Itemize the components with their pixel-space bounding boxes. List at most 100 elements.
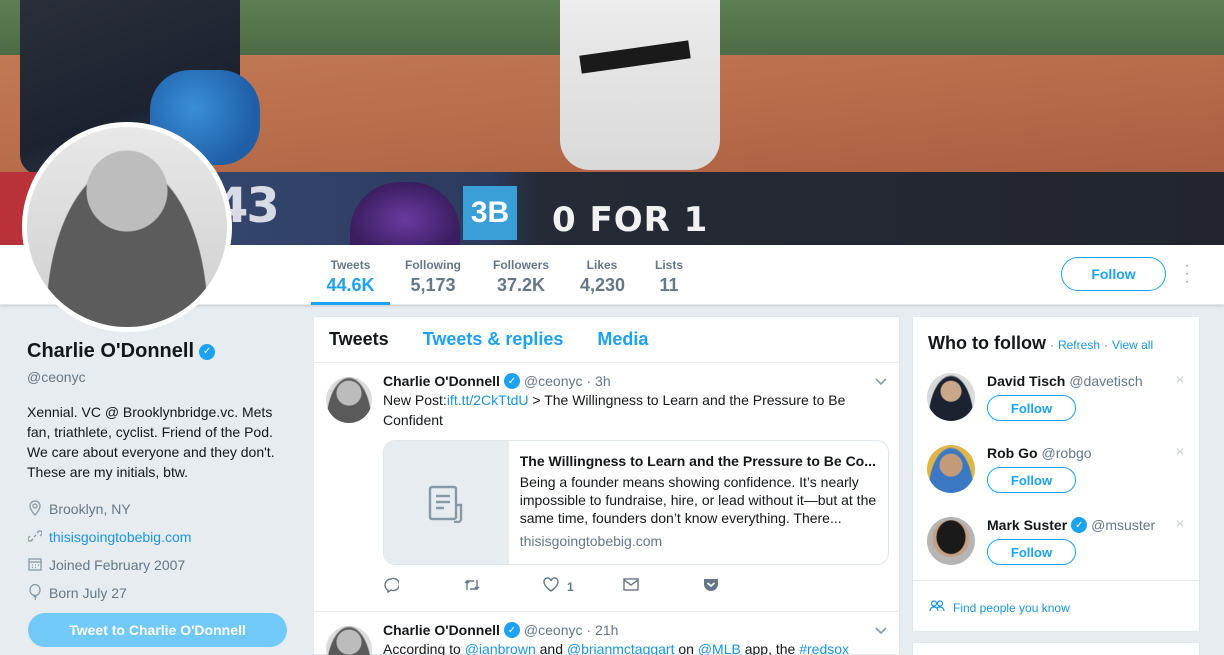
- suggestion-follow-button[interactable]: Follow: [987, 467, 1076, 493]
- timeline-tabs: Tweets Tweets & replies Media: [314, 317, 899, 363]
- nav-stat-lists[interactable]: Lists 11: [640, 245, 698, 305]
- location-icon: [27, 499, 43, 519]
- suggestion-handle[interactable]: @robgo: [1042, 445, 1092, 461]
- tab-tweets-replies[interactable]: Tweets & replies: [423, 329, 564, 350]
- balloon-icon: [27, 583, 43, 603]
- retweet-button[interactable]: [463, 578, 543, 597]
- document-icon: [384, 441, 509, 564]
- link-icon: [27, 529, 43, 546]
- profile-avatar[interactable]: [22, 122, 232, 332]
- reply-icon: [383, 577, 401, 598]
- suggestion-name-row: Rob Go @robgo: [987, 437, 1199, 461]
- view-all-link[interactable]: View all: [1112, 338, 1153, 352]
- verified-icon: ✓: [503, 373, 520, 389]
- like-button[interactable]: 1: [543, 577, 623, 597]
- nav-stat-likes[interactable]: Likes 4,230: [565, 245, 639, 305]
- suggestion-name[interactable]: David Tisch: [987, 373, 1065, 389]
- dismiss-icon[interactable]: ✕: [1175, 445, 1185, 459]
- tweet-avatar[interactable]: [326, 626, 372, 655]
- like-count: 1: [567, 580, 574, 594]
- verified-icon: ✓: [199, 343, 216, 360]
- heart-icon: [543, 577, 559, 597]
- suggestion-name[interactable]: Rob Go: [987, 445, 1038, 461]
- suggestion-item: David Tisch @davetisch Follow ✕: [913, 365, 1199, 437]
- pocket-button[interactable]: [703, 578, 783, 597]
- chevron-down-icon[interactable]: [875, 375, 887, 389]
- hashtag-link[interactable]: #redsox: [799, 641, 849, 655]
- tweet-link[interactable]: ift.tt/2CkTtdU: [447, 392, 529, 408]
- timeline: Tweets Tweets & replies Media Charlie O'…: [313, 316, 900, 655]
- direct-message-button[interactable]: [623, 578, 703, 596]
- profile-handle[interactable]: @ceonyc: [27, 369, 289, 385]
- suggestion-name-row: Mark Suster ✓ @msuster: [987, 509, 1199, 533]
- link-card-url: thisisgoingtobebig.com: [519, 533, 663, 549]
- suggestion-name[interactable]: Mark Suster: [987, 517, 1067, 533]
- dismiss-icon[interactable]: ✕: [1175, 373, 1185, 387]
- people-icon: [929, 600, 945, 615]
- tweet-header: Charlie O'Donnell ✓ @ceonyc · 3h: [383, 373, 884, 389]
- who-to-follow: Who to follow · Refresh · View all David…: [912, 316, 1200, 632]
- reply-button[interactable]: [383, 577, 463, 598]
- tweet-timestamp[interactable]: · 21h: [586, 622, 618, 638]
- suggestion-avatar[interactable]: [927, 517, 975, 565]
- verified-icon: ✓: [1071, 517, 1088, 533]
- pocket-icon: [703, 578, 719, 597]
- calendar-icon: [27, 557, 43, 574]
- profile-website-link[interactable]: thisisgoingtobebig.com: [49, 529, 191, 545]
- suggestion-item: Mark Suster ✓ @msuster Follow ✕: [913, 509, 1199, 581]
- profile-card: Charlie O'Donnell ✓ @ceonyc Xennial. VC …: [27, 340, 289, 607]
- profile-location: Brooklyn, NY: [27, 495, 289, 523]
- tweet-timestamp[interactable]: · 3h: [586, 373, 610, 389]
- suggestion-follow-button[interactable]: Follow: [987, 539, 1076, 565]
- banner-base-tag: 3B: [463, 186, 517, 240]
- nav-stat-followers[interactable]: Followers 37.2K: [478, 245, 564, 305]
- tweet-author-handle[interactable]: @ceonyc: [524, 373, 583, 389]
- profile-meta: Brooklyn, NY thisisgoingtobebig.com Join…: [27, 495, 289, 607]
- banner-at-bat: 0 FOR 1: [552, 200, 709, 240]
- tweet-item[interactable]: Charlie O'Donnell ✓ @ceonyc · 21h Accord…: [314, 612, 899, 655]
- suggestion-name-row: David Tisch @davetisch: [987, 365, 1199, 389]
- tweet-avatar[interactable]: [326, 377, 372, 423]
- verified-icon: ✓: [503, 622, 520, 638]
- who-to-follow-title: Who to follow: [928, 333, 1046, 353]
- profile-name-row: Charlie O'Donnell ✓: [27, 340, 289, 363]
- mention-link[interactable]: @brianmctaggart: [567, 641, 675, 655]
- profile-website[interactable]: thisisgoingtobebig.com: [27, 523, 289, 551]
- nav-stat-following[interactable]: Following 5,173: [390, 245, 476, 305]
- mention-link[interactable]: @MLB: [698, 641, 741, 655]
- dismiss-icon[interactable]: ✕: [1175, 517, 1185, 531]
- suggestion-item: Rob Go @robgo Follow ✕: [913, 437, 1199, 509]
- tweet-actions: 1: [383, 565, 884, 609]
- suggestion-handle[interactable]: @davetisch: [1069, 373, 1142, 389]
- suggestion-avatar[interactable]: [927, 445, 975, 493]
- tweet-to-button[interactable]: Tweet to Charlie O'Donnell: [28, 613, 287, 647]
- sidebar-module: [912, 642, 1200, 655]
- tweet-item[interactable]: Charlie O'Donnell ✓ @ceonyc · 3h New Pos…: [314, 363, 899, 612]
- mention-link[interactable]: @ianbrown: [465, 641, 536, 655]
- profile-birthday: Born July 27: [27, 579, 289, 607]
- nav-stat-tweets[interactable]: Tweets 44.6K: [311, 245, 390, 305]
- who-to-follow-header: Who to follow · Refresh · View all: [928, 333, 1154, 353]
- tweet-author-name[interactable]: Charlie O'Donnell: [383, 622, 500, 638]
- suggestion-follow-button[interactable]: Follow: [987, 395, 1076, 421]
- tweet-text: New Post:ift.tt/2CkTtdU > The Willingnes…: [383, 392, 846, 428]
- link-card[interactable]: The Willingness to Learn and the Pressur…: [383, 440, 889, 565]
- profile-name[interactable]: Charlie O'Donnell: [27, 340, 194, 363]
- retweet-icon: [463, 578, 481, 597]
- find-people-link[interactable]: Find people you know: [913, 580, 1199, 615]
- follow-button[interactable]: Follow: [1061, 257, 1166, 291]
- chevron-down-icon[interactable]: [875, 624, 887, 638]
- suggestion-avatar[interactable]: [927, 373, 975, 421]
- tab-media[interactable]: Media: [597, 329, 648, 350]
- suggestion-handle[interactable]: @msuster: [1091, 517, 1155, 533]
- avatar-photo: [27, 127, 227, 327]
- profile-bio: Xennial. VC @ Brooklynbridge.vc. Mets fa…: [27, 404, 275, 480]
- tweet-author-handle[interactable]: @ceonyc: [524, 622, 583, 638]
- tab-tweets[interactable]: Tweets: [329, 329, 389, 350]
- tweet-text: According to @ianbrown and @brianmctagga…: [383, 641, 850, 655]
- refresh-link[interactable]: Refresh: [1058, 338, 1100, 352]
- more-options-icon[interactable]: · · ·: [1180, 258, 1194, 290]
- link-card-description: Being a founder means showing confidence…: [519, 474, 877, 526]
- tweet-author-name[interactable]: Charlie O'Donnell: [383, 373, 500, 389]
- banner-batter: [560, 0, 720, 170]
